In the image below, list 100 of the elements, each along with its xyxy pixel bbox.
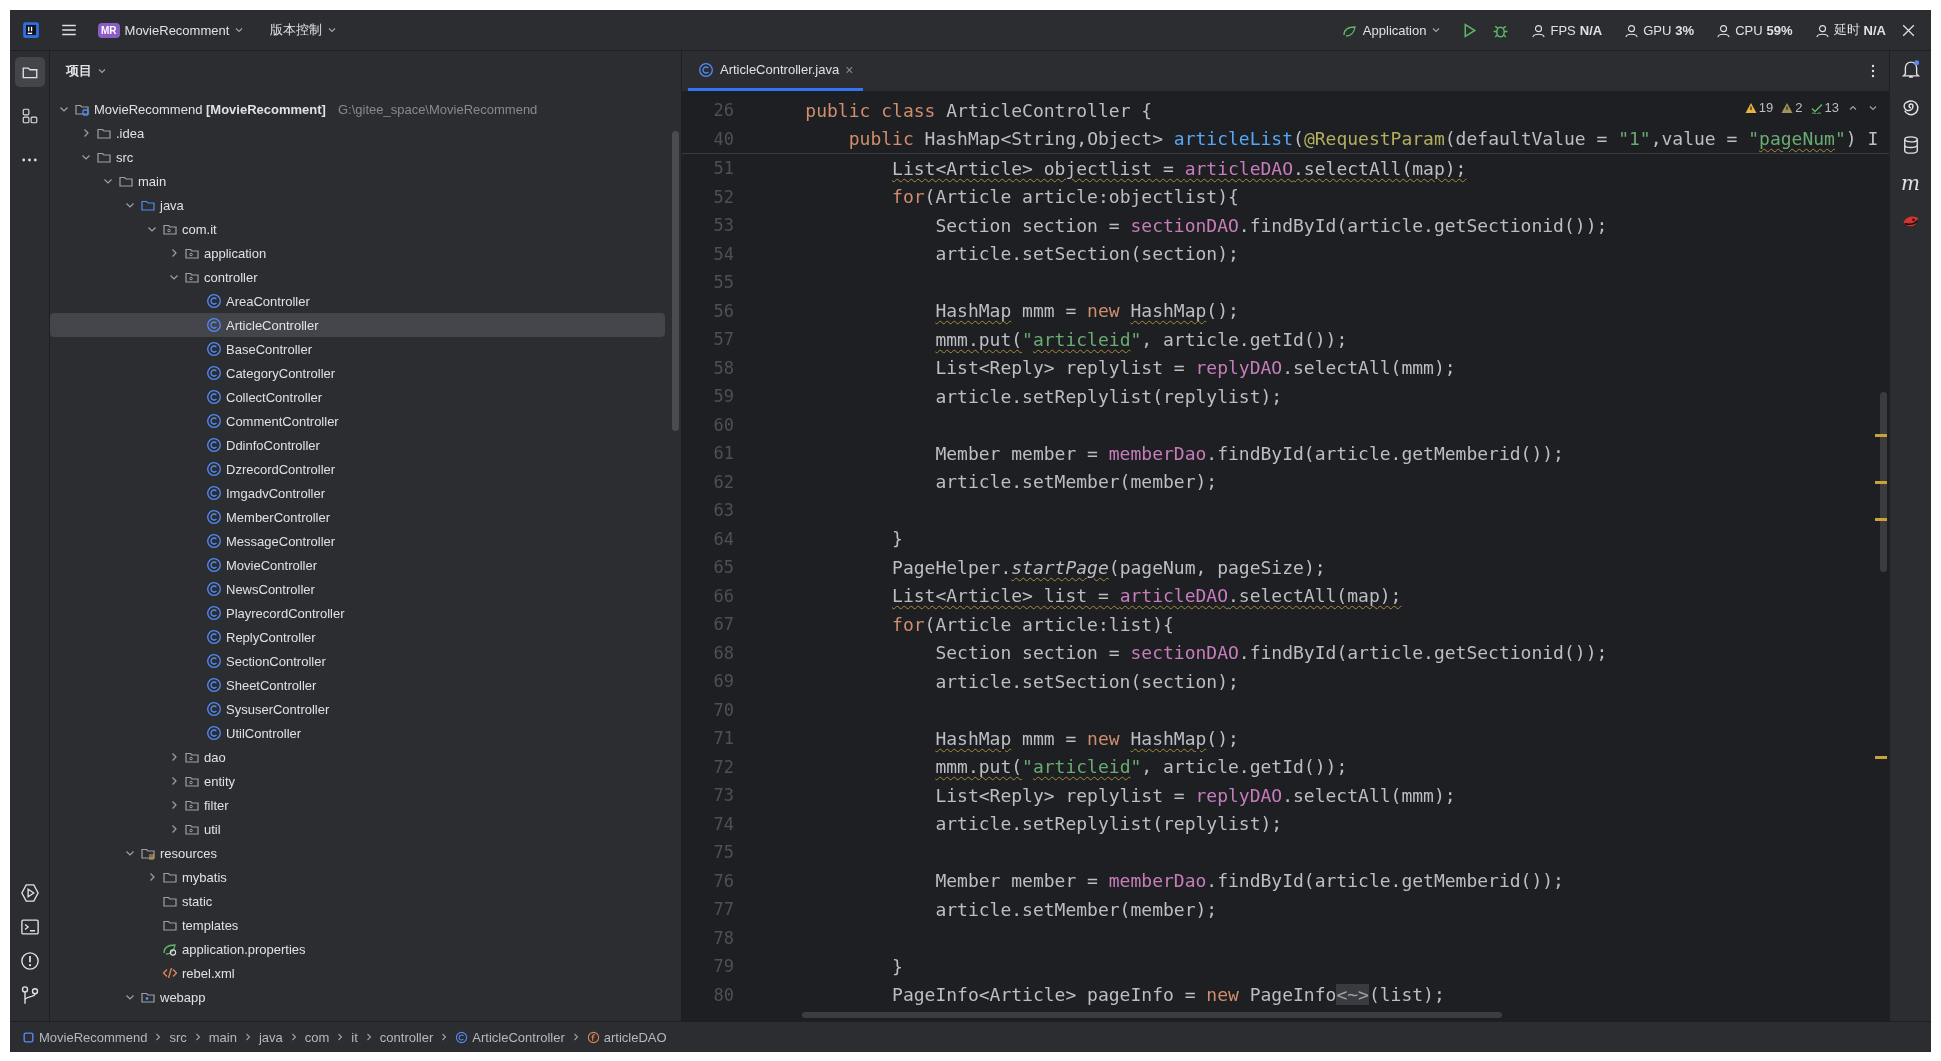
project-view-menu[interactable]: 项目 <box>60 59 113 83</box>
tree-item[interactable]: NewsController <box>50 577 665 601</box>
tree-item[interactable]: MovieRecommend [MovieRecomment] G:\gitee_space\MovieRecommend <box>50 97 665 121</box>
breadcrumb-item[interactable]: ArticleController <box>455 1029 565 1045</box>
breadcrumb-item[interactable]: controller <box>379 1029 434 1045</box>
tree-item[interactable]: static <box>50 889 665 913</box>
tree-item[interactable]: src <box>50 145 665 169</box>
tree-item[interactable]: ImgadvController <box>50 481 665 505</box>
code-line: Section section = sectionDAO.findById(article.getSectionid()); <box>934 214 1608 236</box>
more-options-icon[interactable] <box>1871 63 1875 79</box>
tree-item[interactable]: SheetController <box>50 673 665 697</box>
tree-item[interactable]: UtilController <box>50 721 665 745</box>
tree-item[interactable]: MovieController <box>50 553 665 577</box>
tree-item[interactable]: ArticleController <box>50 313 665 337</box>
code-line: HashMap mmm = new HashMap(); <box>934 300 1239 322</box>
terminal-icon[interactable] <box>19 917 40 937</box>
tree-item[interactable]: templates <box>50 913 665 937</box>
code-line: List<Article> list = articleDAO.selectAll(map); <box>891 585 1402 607</box>
editor-tab[interactable]: ArticleController.java × <box>688 51 864 91</box>
close-tab-button[interactable]: × <box>845 61 854 78</box>
warning-marker[interactable] <box>1875 434 1887 438</box>
tree-item[interactable]: main <box>50 169 665 193</box>
run-tool-icon[interactable] <box>19 883 40 903</box>
vcs-menu[interactable]: 版本控制 <box>264 18 344 42</box>
code-line: } <box>891 955 903 977</box>
stat-label: GPU <box>1643 22 1672 38</box>
tree-item[interactable]: AreaController <box>50 289 665 313</box>
class-icon <box>206 533 222 549</box>
scrollbar-thumb[interactable] <box>1880 392 1887 572</box>
scrollbar-thumb[interactable] <box>802 1012 1502 1018</box>
tree-item[interactable]: controller <box>50 265 665 289</box>
tree-item[interactable]: application <box>50 241 665 265</box>
code-line: Section section = sectionDAO.findById(article.getSectionid()); <box>934 642 1608 664</box>
tree-item[interactable]: DdinfoController <box>50 433 665 457</box>
git-branch-icon[interactable] <box>19 985 40 1005</box>
tree-item[interactable]: MemberController <box>50 505 665 529</box>
inspection-count[interactable]: 13 <box>1810 100 1839 115</box>
code-line: List<Reply> replylist = replyDAO.selectAll(mmm); <box>934 357 1456 379</box>
tree-item[interactable]: application.properties <box>50 937 665 961</box>
class-icon <box>206 581 222 597</box>
tree-item[interactable]: .idea <box>50 121 665 145</box>
notifications-icon[interactable] <box>1900 59 1921 79</box>
tree-item[interactable]: rebel.xml <box>50 961 665 985</box>
warning-icon <box>1744 101 1757 114</box>
chevron-down-icon <box>327 25 338 35</box>
tree-item[interactable]: java <box>50 193 665 217</box>
spiral-icon[interactable] <box>1900 97 1921 117</box>
scrollbar-thumb[interactable] <box>672 131 679 431</box>
run-configuration[interactable]: Application <box>1335 19 1448 41</box>
code-line: public class ArticleController { <box>804 99 1153 121</box>
tree-item[interactable]: SysuserController <box>50 697 665 721</box>
class-icon <box>206 605 222 621</box>
tree-item[interactable]: CommentController <box>50 409 665 433</box>
tree-item[interactable]: webapp <box>50 985 665 1009</box>
tree-item[interactable]: CategoryController <box>50 361 665 385</box>
tree-item[interactable]: CollectController <box>50 385 665 409</box>
tree-item[interactable]: util <box>50 817 665 841</box>
inspection-count[interactable]: 19 <box>1744 100 1774 115</box>
breadcrumb-item[interactable]: com <box>304 1029 330 1045</box>
warning-marker[interactable] <box>1875 481 1887 485</box>
warning-marker[interactable] <box>1875 518 1887 522</box>
tree-item[interactable]: DzrecordController <box>50 457 665 481</box>
code-line: article.setSection(section); <box>934 670 1239 692</box>
project-tool-button[interactable] <box>14 57 45 87</box>
tree-item[interactable]: dao <box>50 745 665 769</box>
tree-item[interactable]: filter <box>50 793 665 817</box>
stat-value: 3% <box>1675 22 1695 38</box>
tree-item[interactable]: resources <box>50 841 665 865</box>
inspection-count[interactable]: 2 <box>1781 100 1803 115</box>
tree-item[interactable]: mybatis <box>50 865 665 889</box>
breadcrumb-item[interactable]: main <box>208 1029 237 1045</box>
code-line: for(Article article:objectlist){ <box>891 186 1239 208</box>
project-selector[interactable]: MR MovieRecomment <box>92 19 251 41</box>
chevron-down-icon <box>234 25 245 35</box>
breadcrumb-item[interactable]: src <box>169 1029 187 1045</box>
field-icon <box>586 1030 600 1044</box>
tree-item[interactable]: ReplyController <box>50 625 665 649</box>
class-icon <box>206 293 222 309</box>
tree-item[interactable]: com.it <box>50 217 665 241</box>
code-line: PageInfo<Article> pageInfo = new PageInfo<~>(list); <box>891 984 1445 1006</box>
tree-item[interactable]: PlayrecordController <box>50 601 665 625</box>
breadcrumb-item[interactable]: java <box>258 1029 283 1045</box>
chevron-down-icon <box>1431 25 1442 35</box>
tree-item[interactable]: SectionController <box>50 649 665 673</box>
tree-item[interactable]: MessageController <box>50 529 665 553</box>
warning-marker[interactable] <box>1875 755 1887 759</box>
structure-icon <box>20 107 39 125</box>
code-line: List<Article> objectlist = articleDAO.selectAll(map); <box>891 157 1467 179</box>
problems-icon[interactable] <box>19 951 40 971</box>
tree-item[interactable]: entity <box>50 769 665 793</box>
breadcrumb-item[interactable]: MovieRecommend <box>22 1029 148 1045</box>
class-icon <box>206 437 222 453</box>
module-icon <box>22 1030 35 1044</box>
maven-tool-button[interactable]: m <box>1901 173 1920 193</box>
breadcrumb-item[interactable]: it <box>351 1029 358 1045</box>
breadcrumb-item[interactable]: articleDAO <box>586 1029 667 1045</box>
class-icon <box>206 341 222 357</box>
tree-item[interactable]: BaseController <box>50 337 665 361</box>
ide-logo-icon[interactable] <box>22 21 40 39</box>
code-line: mmm.put("articleid", article.getId()); <box>934 756 1348 778</box>
